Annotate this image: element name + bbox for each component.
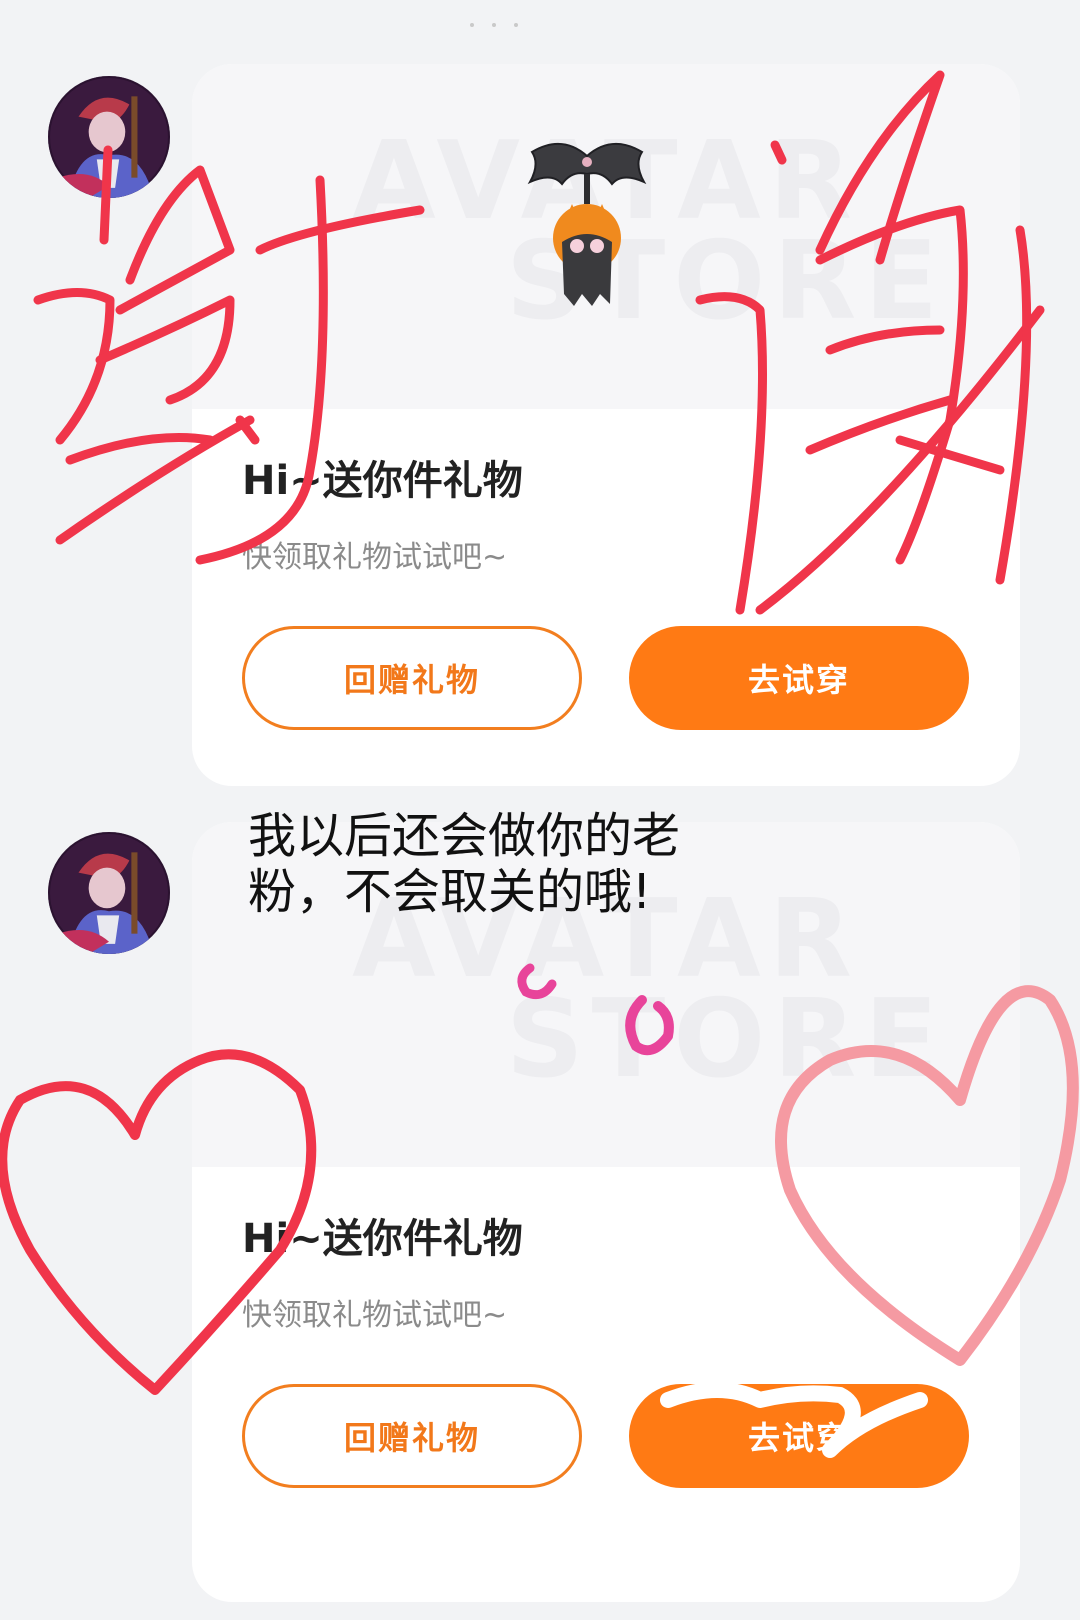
- return-gift-button[interactable]: 回赠礼物: [242, 1384, 582, 1488]
- try-on-button[interactable]: 去试穿: [629, 1384, 969, 1488]
- gift-message-card: AVATAR STORE Hi~送你件礼物 快领取礼物试试吧~ 回赠礼物 去试穿: [192, 64, 1020, 786]
- overlay-caption: 我以后还会做你的老 粉，不会取关的哦!: [248, 808, 768, 920]
- overlay-caption-line2: 粉，不会取关的哦!: [248, 864, 652, 920]
- try-on-button[interactable]: 去试穿: [629, 626, 969, 730]
- avatar-image: [48, 832, 170, 954]
- card-subtitle: 快领取礼物试试吧~: [242, 540, 508, 575]
- gift-banner: AVATAR STORE: [192, 64, 1020, 409]
- pink-hoop-earrings-image: [517, 963, 674, 1056]
- card-title: Hi~送你件礼物: [242, 458, 523, 504]
- sender-avatar[interactable]: [48, 832, 170, 954]
- card-title: Hi~送你件礼物: [242, 1216, 523, 1262]
- status-bar-dots: [470, 12, 610, 27]
- sender-avatar[interactable]: [48, 76, 170, 198]
- overlay-caption-line1: 我以后还会做你的老: [248, 808, 681, 864]
- card-subtitle: 快领取礼物试试吧~: [242, 1298, 508, 1333]
- gift-message-card: AVATAR STORE Hi~送你件礼物 快领取礼物试试吧~ 回赠礼物 去试穿: [192, 822, 1020, 1602]
- avatar-image: [48, 76, 170, 198]
- bat-pendant-earring-image: [527, 143, 647, 306]
- return-gift-button[interactable]: 回赠礼物: [242, 626, 582, 730]
